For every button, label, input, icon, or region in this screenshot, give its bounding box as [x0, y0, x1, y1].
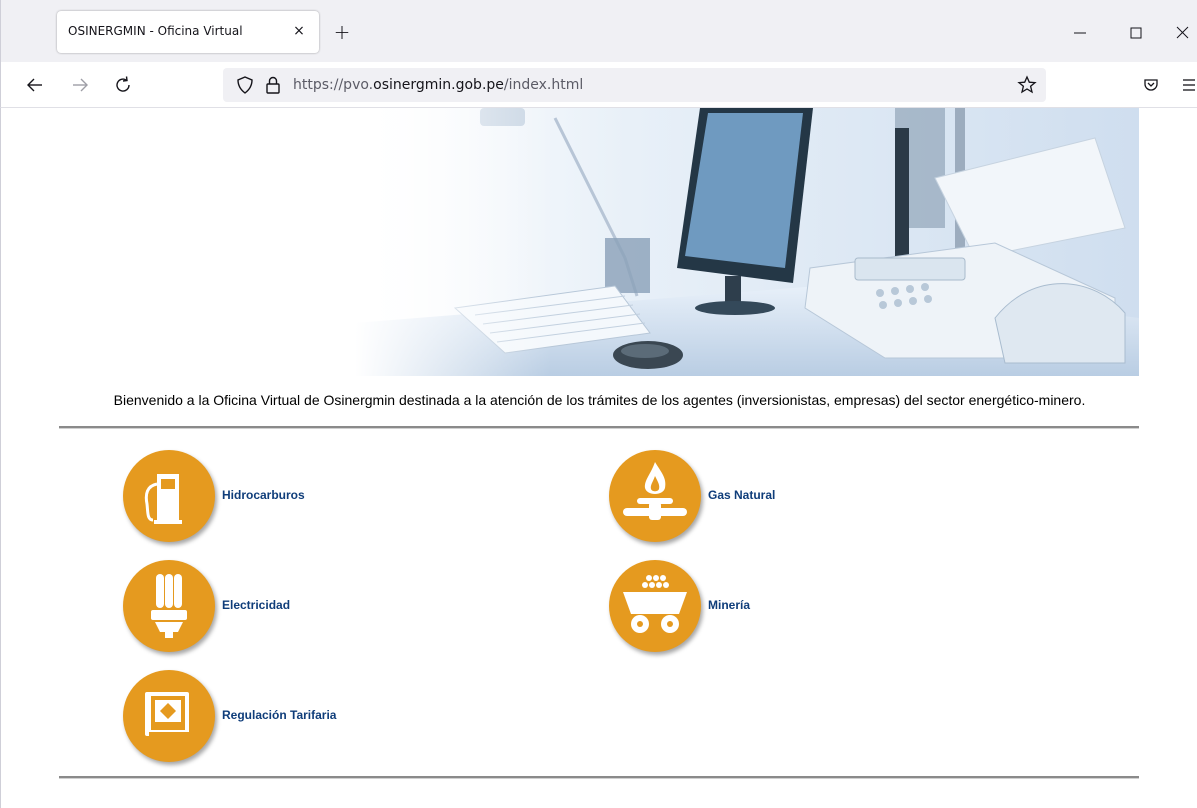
service-label[interactable]: Hidrocarburos [222, 488, 305, 502]
minimize-icon[interactable] [1065, 20, 1095, 46]
tab-close-icon[interactable]: × [289, 21, 309, 41]
bookmark-star-icon[interactable] [1015, 73, 1039, 97]
service-link-mineria[interactable]: Minería [609, 560, 849, 652]
address-bar[interactable]: https://pvo.osinergmin.gob.pe/index.html [223, 68, 1046, 102]
light-bulb-icon[interactable] [123, 560, 215, 652]
office-banner-image [355, 108, 1139, 376]
service-link-gas-natural[interactable]: Gas Natural [609, 450, 849, 542]
navigation-bar: https://pvo.osinergmin.gob.pe/index.html [0, 62, 1197, 108]
browser-tab[interactable]: OSINERGMIN - Oficina Virtual × [57, 11, 319, 53]
new-tab-button[interactable]: + [331, 22, 353, 44]
service-label[interactable]: Electricidad [222, 598, 290, 612]
service-label[interactable]: Regulación Tarifaria [222, 708, 336, 722]
gas-flame-icon[interactable] [609, 450, 701, 542]
welcome-text: Bienvenido a la Oficina Virtual de Osine… [113, 392, 1086, 408]
back-icon[interactable] [23, 73, 47, 97]
lock-icon[interactable] [261, 73, 285, 97]
tab-title: OSINERGMIN - Oficina Virtual [68, 24, 243, 38]
service-label[interactable]: Minería [708, 598, 750, 612]
page-viewport: Bienvenido a la Oficina Virtual de Osine… [0, 108, 1197, 808]
regulation-book-icon[interactable] [123, 670, 215, 762]
window-close-icon[interactable] [1168, 20, 1197, 46]
tab-bar: OSINERGMIN - Oficina Virtual × + [0, 0, 1197, 62]
pocket-icon[interactable] [1139, 73, 1163, 97]
url-text[interactable]: https://pvo.osinergmin.gob.pe/index.html [293, 77, 583, 93]
shield-icon[interactable] [233, 73, 257, 97]
mine-cart-icon[interactable] [609, 560, 701, 652]
forward-icon[interactable] [68, 73, 92, 97]
service-link-electricidad[interactable]: Electricidad [123, 560, 363, 652]
service-label[interactable]: Gas Natural [708, 488, 775, 502]
service-link-hidrocarburos[interactable]: Hidrocarburos [123, 450, 363, 542]
divider [59, 426, 1139, 429]
fuel-pump-icon[interactable] [123, 450, 215, 542]
menu-icon[interactable] [1177, 73, 1197, 97]
reload-icon[interactable] [111, 73, 135, 97]
divider [59, 776, 1139, 779]
maximize-icon[interactable] [1121, 20, 1151, 46]
service-link-regulacion-tarifaria[interactable]: Regulación Tarifaria [123, 670, 383, 762]
